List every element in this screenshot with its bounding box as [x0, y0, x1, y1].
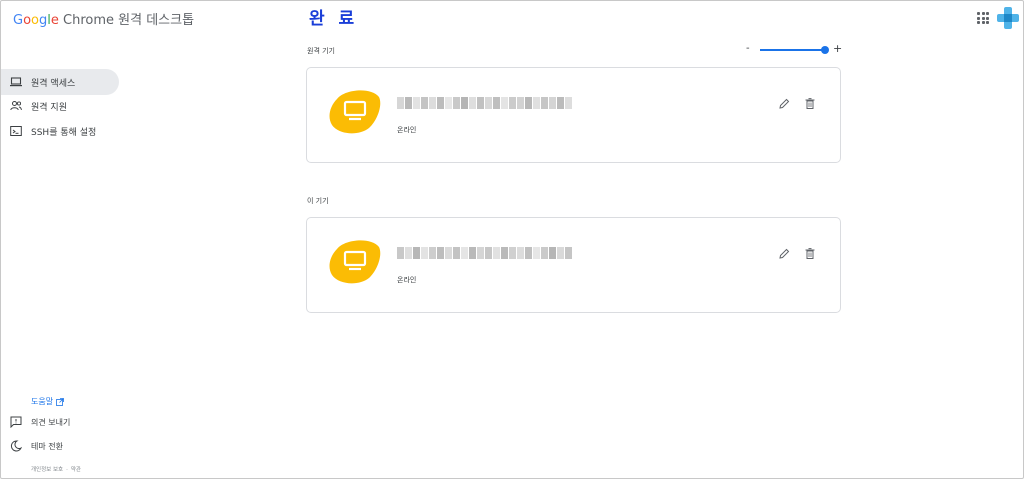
device-name-blurred	[397, 97, 573, 111]
logo-letter: o	[31, 13, 40, 28]
sidebar-item-ssh-setup[interactable]: SSH를 통해 설정	[1, 118, 119, 144]
device-name-blurred	[397, 247, 573, 261]
logo-letter: o	[23, 13, 32, 28]
account-avatar[interactable]	[997, 7, 1019, 29]
app-window: Google Chrome 원격 데스크톱 완 료 원격 액세스 원격 지원 S…	[0, 0, 1024, 479]
this-device-card[interactable]: 온라인	[306, 217, 841, 313]
privacy-link[interactable]: 개인정보 보호	[31, 467, 63, 473]
sidebar-item-label: 원격 지원	[31, 102, 67, 113]
help-link[interactable]: 도움말	[31, 396, 64, 407]
this-device-label: 이 기기	[307, 197, 329, 205]
app-title: Chrome 원격 데스크톱	[58, 13, 195, 28]
logo-letter: G	[13, 13, 24, 28]
feedback-icon	[10, 416, 22, 428]
terms-link[interactable]: 약관	[71, 467, 81, 473]
theme-toggle-button[interactable]: 테마 전환	[10, 438, 63, 454]
header: Google Chrome 원격 데스크톱 완 료	[1, 1, 1023, 35]
feedback-label: 의견 보내기	[31, 417, 71, 427]
pencil-icon[interactable]	[779, 98, 790, 109]
terminal-icon	[10, 126, 22, 136]
pencil-icon[interactable]	[779, 248, 790, 259]
external-link-icon	[56, 397, 64, 406]
sidebar-item-label: SSH를 통해 설정	[31, 127, 97, 138]
logo-letter: e	[50, 13, 59, 28]
send-feedback-button[interactable]: 의견 보내기	[10, 414, 70, 430]
sidebar-item-remote-support[interactable]: 원격 지원	[1, 93, 119, 119]
device-status: 온라인	[397, 276, 417, 284]
zoom-out-button[interactable]: -	[746, 43, 750, 54]
device-status: 온라인	[397, 126, 417, 134]
people-icon	[10, 101, 22, 111]
footer-separator: ·	[66, 467, 68, 473]
remote-devices-label: 원격 기기	[307, 47, 335, 55]
apps-grid-icon[interactable]	[977, 12, 989, 24]
zoom-in-button[interactable]: +	[833, 42, 842, 55]
help-label: 도움말	[31, 397, 54, 406]
app-logo[interactable]: Google Chrome 원격 데스크톱	[13, 9, 194, 28]
zoom-thumb[interactable]	[821, 46, 829, 54]
done-annotation: 완 료	[309, 9, 359, 29]
sidebar: 원격 액세스 원격 지원 SSH를 통해 설정 도움말 의견 보내기 테마 전환…	[1, 35, 141, 478]
device-monitor-icon	[329, 90, 381, 134]
laptop-icon	[10, 77, 22, 87]
trash-icon[interactable]	[805, 248, 815, 259]
zoom-slider[interactable]: - +	[746, 42, 842, 57]
theme-label: 테마 전환	[31, 441, 63, 451]
moon-icon	[10, 440, 22, 452]
sidebar-item-label: 원격 액세스	[31, 78, 76, 89]
zoom-track[interactable]	[760, 49, 826, 51]
trash-icon[interactable]	[805, 98, 815, 109]
remote-device-card[interactable]: 온라인	[306, 67, 841, 163]
footer-links: 개인정보 보호 · 약관	[31, 465, 84, 473]
sidebar-item-remote-access[interactable]: 원격 액세스	[1, 69, 119, 95]
device-monitor-icon	[329, 240, 381, 284]
